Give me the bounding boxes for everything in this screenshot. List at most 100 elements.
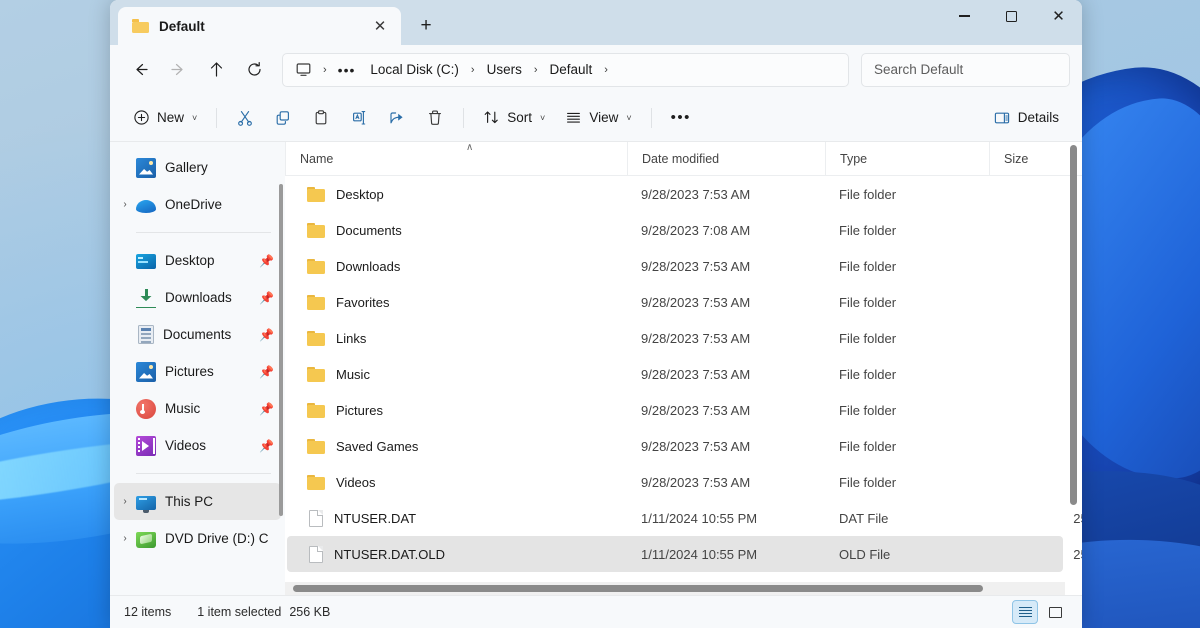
sidebar-item-label: OneDrive (165, 197, 273, 212)
table-row[interactable]: NTUSER.DAT 1/11/2024 10:55 PM DAT File 2… (287, 500, 1063, 536)
large-icons-view-button[interactable] (1042, 600, 1068, 624)
sidebar-item-dvd-drive[interactable]: › DVD Drive (D:) C (114, 520, 281, 557)
cut-button[interactable] (227, 102, 263, 134)
sort-button[interactable]: Sort ˅ (474, 102, 554, 134)
column-header-date-modified[interactable]: Date modified (627, 142, 825, 176)
details-pane-button[interactable]: Details (984, 102, 1068, 134)
new-tab-button[interactable]: + (409, 8, 443, 42)
more-options-button[interactable]: ••• (662, 102, 700, 134)
paste-button[interactable] (303, 102, 339, 134)
column-header-size[interactable]: Size (989, 142, 1082, 176)
vertical-scrollbar-thumb[interactable] (1070, 145, 1077, 505)
search-input[interactable]: Search Default (874, 62, 963, 77)
breadcrumb-default[interactable]: Default (543, 58, 600, 81)
forward-button[interactable] (160, 53, 196, 87)
file-type-cell: DAT File (825, 511, 989, 526)
chevron-right-icon[interactable]: › (114, 533, 136, 544)
selection-status: 1 item selected 256 KB (197, 605, 330, 619)
table-row[interactable]: Downloads 9/28/2023 7:53 AM File folder (287, 248, 1063, 284)
this-pc-icon[interactable] (291, 61, 318, 78)
status-bar: 12 items 1 item selected 256 KB (110, 595, 1082, 628)
breadcrumb-local-disk[interactable]: Local Disk (C:) (363, 58, 466, 81)
sidebar-divider (136, 232, 271, 233)
dvd-drive-icon (136, 532, 156, 548)
pin-icon[interactable]: 📌 (259, 439, 273, 453)
sidebar-item-gallery[interactable]: › Gallery (114, 149, 281, 186)
horizontal-scrollbar[interactable] (285, 582, 1065, 595)
pin-icon[interactable]: 📌 (259, 365, 273, 379)
file-name: Links (336, 331, 366, 346)
refresh-button[interactable] (236, 53, 272, 87)
new-button[interactable]: New ˅ (124, 102, 206, 134)
file-name-cell: Saved Games (287, 439, 627, 454)
address-bar[interactable]: › ••• Local Disk (C:) › Users › Default … (282, 53, 849, 87)
breadcrumb-separator[interactable]: › (531, 64, 541, 76)
column-header-type[interactable]: Type (825, 142, 989, 176)
pin-icon[interactable]: 📌 (259, 402, 273, 416)
maximize-button[interactable] (988, 0, 1035, 32)
chevron-right-icon: › (114, 440, 136, 451)
table-row[interactable]: Desktop 9/28/2023 7:53 AM File folder (287, 176, 1063, 212)
minimize-button[interactable] (941, 0, 988, 32)
table-row[interactable]: Documents 9/28/2023 7:08 AM File folder (287, 212, 1063, 248)
chevron-right-icon: › (114, 403, 136, 414)
sidebar-item-label: Music (165, 401, 259, 416)
chevron-right-icon[interactable]: › (114, 199, 136, 210)
column-header-name[interactable]: Name (285, 142, 627, 176)
downloads-icon (136, 288, 156, 308)
onedrive-icon (136, 200, 156, 213)
rename-button[interactable] (341, 102, 377, 134)
copy-button[interactable] (265, 102, 301, 134)
sidebar-item-this-pc[interactable]: › This PC (114, 483, 281, 520)
folder-icon (307, 187, 325, 202)
file-date-cell: 1/11/2024 10:55 PM (627, 547, 825, 562)
breadcrumb-separator[interactable]: › (601, 64, 611, 76)
table-row[interactable]: Music 9/28/2023 7:53 AM File folder (287, 356, 1063, 392)
tab-default[interactable]: Default ✕ (118, 7, 401, 45)
file-type-cell: File folder (825, 403, 989, 418)
column-header-row: ∧ Name Date modified Type Size (285, 142, 1082, 176)
table-row[interactable]: Saved Games 9/28/2023 7:53 AM File folde… (287, 428, 1063, 464)
sidebar-item-downloads[interactable]: › Downloads 📌 (114, 279, 281, 316)
table-row[interactable]: Favorites 9/28/2023 7:53 AM File folder (287, 284, 1063, 320)
breadcrumb-separator[interactable]: › (468, 64, 478, 76)
file-name-cell: Pictures (287, 403, 627, 418)
sidebar-item-pictures[interactable]: › Pictures 📌 (114, 353, 281, 390)
rename-icon (350, 109, 368, 127)
file-name: Documents (336, 223, 402, 238)
command-separator (216, 108, 217, 128)
details-view-button[interactable] (1012, 600, 1038, 624)
delete-button[interactable] (417, 102, 453, 134)
breadcrumb-separator: › (320, 64, 330, 76)
breadcrumb-users[interactable]: Users (480, 58, 529, 81)
file-name-cell: Downloads (287, 259, 627, 274)
table-row[interactable]: NTUSER.DAT.OLD 1/11/2024 10:55 PM OLD Fi… (287, 536, 1063, 572)
sidebar-item-music[interactable]: › Music 📌 (114, 390, 281, 427)
back-button[interactable] (122, 53, 158, 87)
file-type-cell: File folder (825, 259, 989, 274)
view-button[interactable]: View ˅ (556, 102, 640, 134)
sidebar-item-label: Documents (163, 327, 259, 342)
pin-icon[interactable]: 📌 (259, 291, 273, 305)
pin-icon[interactable]: 📌 (259, 328, 273, 342)
horizontal-scrollbar-thumb[interactable] (293, 585, 983, 592)
navigation-pane-scrollbar[interactable] (279, 184, 283, 516)
up-button[interactable] (198, 53, 234, 87)
table-row[interactable]: Pictures 9/28/2023 7:53 AM File folder (287, 392, 1063, 428)
paste-icon (312, 109, 330, 127)
sidebar-item-documents[interactable]: › Documents 📌 (114, 316, 281, 353)
file-size-cell: 256 (989, 511, 1082, 526)
table-row[interactable]: Videos 9/28/2023 7:53 AM File folder (287, 464, 1063, 500)
search-box[interactable]: Search Default (861, 53, 1070, 87)
sidebar-item-videos[interactable]: › Videos 📌 (114, 427, 281, 464)
chevron-right-icon[interactable]: › (114, 496, 136, 507)
sidebar-item-onedrive[interactable]: › OneDrive (114, 186, 281, 223)
share-button[interactable] (379, 102, 415, 134)
sort-indicator-icon: ∧ (466, 143, 473, 153)
close-tab-icon[interactable]: ✕ (367, 13, 393, 39)
pin-icon[interactable]: 📌 (259, 254, 273, 268)
breadcrumb-overflow-button[interactable]: ••• (332, 62, 362, 78)
close-window-button[interactable]: ✕ (1035, 0, 1082, 32)
table-row[interactable]: Links 9/28/2023 7:53 AM File folder (287, 320, 1063, 356)
sidebar-item-desktop[interactable]: › Desktop 📌 (114, 242, 281, 279)
